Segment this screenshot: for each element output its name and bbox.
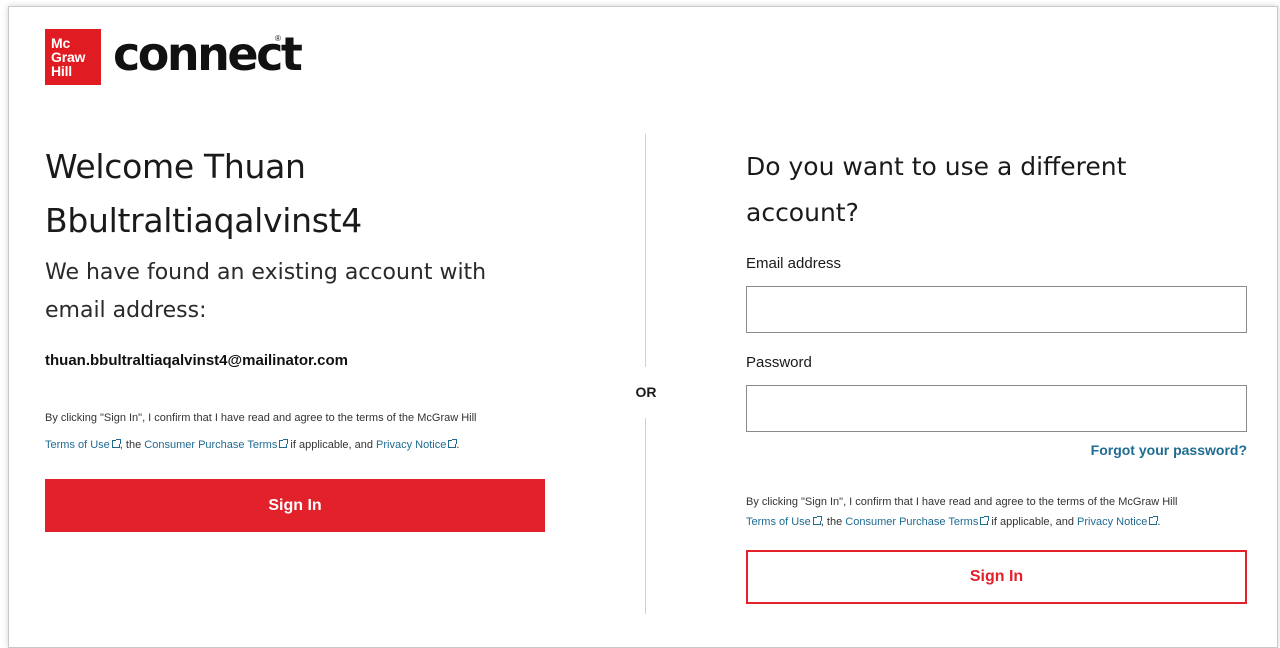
forgot-password-link[interactable]: Forgot your password? [746, 442, 1247, 458]
connect-wordmark: connect [113, 27, 303, 81]
external-link-icon [1149, 516, 1159, 525]
email-label: Email address [746, 255, 842, 272]
password-label: Password [746, 354, 812, 371]
divider-line-bottom [645, 418, 646, 614]
sign-in-existing-button[interactable]: Sign In [45, 479, 545, 532]
terms-notice: By clicking "Sign In", I confirm that I … [45, 405, 547, 459]
different-account-panel: Do you want to use a different account? … [746, 144, 1247, 604]
terms-sep-1-right: , the [820, 516, 843, 528]
different-account-heading: Do you want to use a different account? [746, 152, 1127, 227]
found-account-text: We have found an existing account with e… [45, 260, 487, 323]
sign-in-different-button[interactable]: Sign In [746, 550, 1247, 604]
existing-email: thuan.bbultraltiaqalvinst4@mailinator.co… [45, 352, 349, 369]
logo-line-hill: Hill [51, 63, 72, 79]
terms-sep-1: , the [119, 439, 142, 451]
terms-of-use-link-right[interactable]: Terms of Use [746, 516, 811, 528]
registered-mark: ® [275, 34, 281, 43]
terms-sep-2-right: if applicable, and [991, 516, 1074, 528]
logo-line-mc: Mc [51, 35, 71, 51]
terms-intro: By clicking "Sign In", I confirm that I … [45, 412, 477, 424]
terms-notice-right: By clicking "Sign In", I confirm that I … [746, 492, 1247, 532]
or-separator: OR [635, 384, 657, 400]
password-field[interactable] [746, 385, 1247, 432]
terms-of-use-link[interactable]: Terms of Use [45, 439, 110, 451]
mcgraw-hill-logo: Mc Graw Hill [45, 29, 101, 85]
terms-sep-2: if applicable, and [290, 439, 373, 451]
external-link-icon [980, 516, 990, 525]
divider-line-top [645, 134, 646, 367]
privacy-notice-link[interactable]: Privacy Notice [376, 439, 446, 451]
privacy-notice-link-right[interactable]: Privacy Notice [1077, 516, 1147, 528]
external-link-icon [812, 516, 822, 525]
email-field[interactable] [746, 286, 1247, 333]
logo-line-graw: Graw [51, 49, 86, 65]
consumer-purchase-terms-link[interactable]: Consumer Purchase Terms [144, 439, 277, 451]
welcome-line-1: Welcome Thuan [45, 147, 306, 186]
external-link-icon [448, 439, 458, 448]
external-link-icon [111, 439, 121, 448]
consumer-purchase-terms-link-right[interactable]: Consumer Purchase Terms [845, 516, 978, 528]
external-link-icon [279, 439, 289, 448]
terms-intro-right: By clicking "Sign In", I confirm that I … [746, 496, 1178, 508]
existing-account-panel: Welcome Thuan Bbultraltiaqalvinst4 We ha… [45, 140, 547, 532]
welcome-line-2: Bbultraltiaqalvinst4 [45, 201, 362, 240]
welcome-heading: Welcome Thuan Bbultraltiaqalvinst4 [45, 140, 547, 248]
